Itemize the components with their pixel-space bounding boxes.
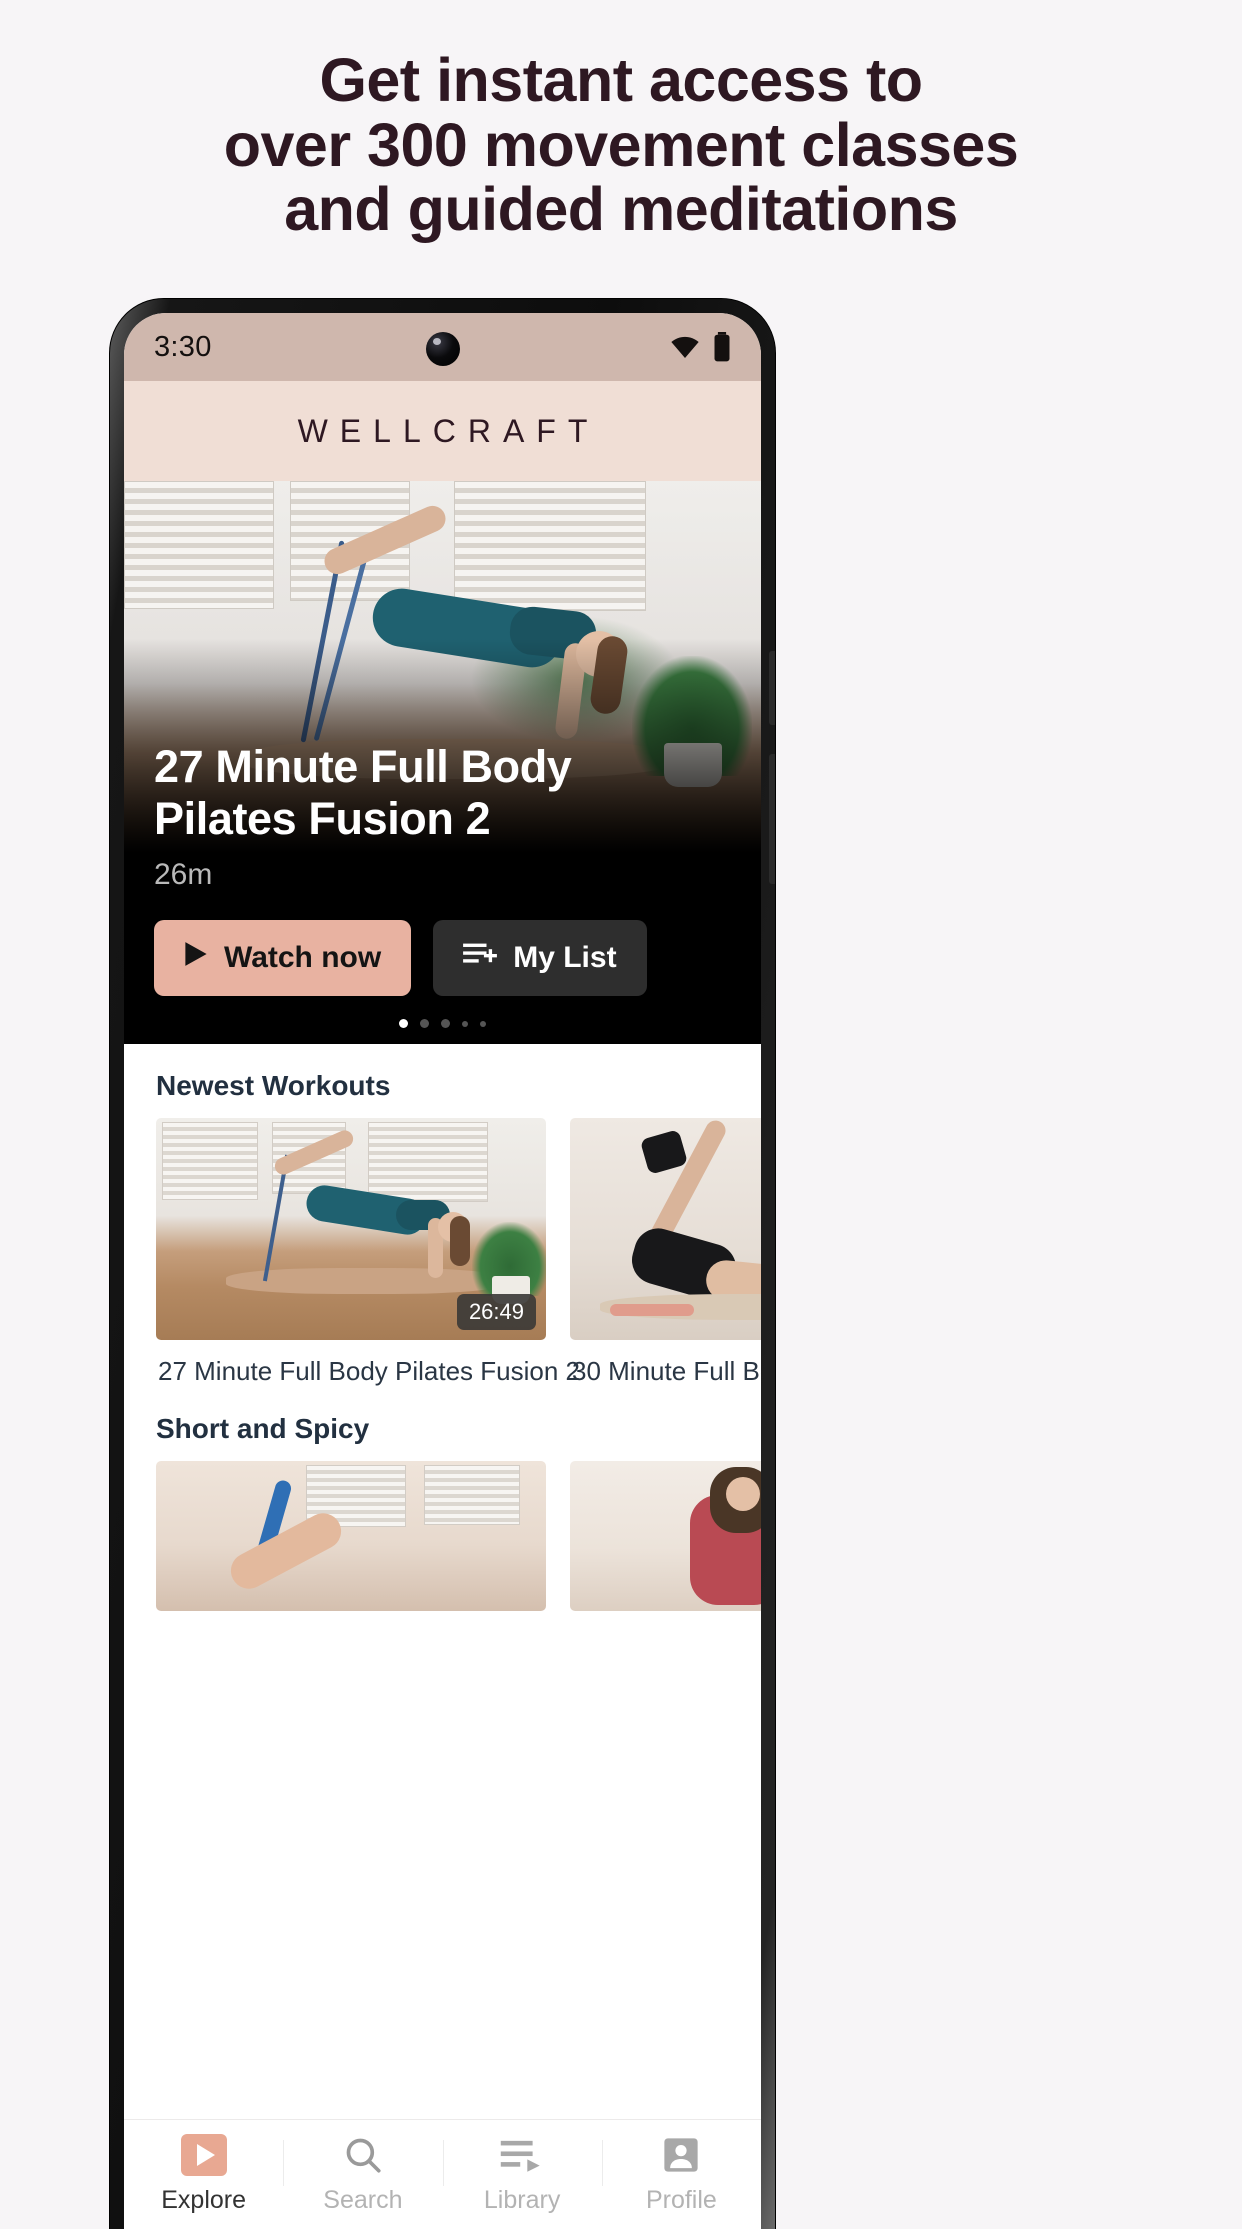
bottom-navigation: Explore Search Library Profile [124, 2119, 761, 2229]
volume-button[interactable] [769, 754, 775, 884]
workout-thumbnail[interactable] [570, 1461, 761, 1612]
wifi-icon [671, 336, 699, 359]
phone-screen: 3:30 WELLCRAFT 27 Minute Full Body Pilat… [124, 313, 761, 2229]
carousel-dot-5[interactable] [480, 1020, 486, 1027]
figure-hair [450, 1216, 470, 1266]
workout-thumbnail[interactable] [156, 1461, 546, 1612]
nav-label-profile: Profile [645, 2186, 717, 2214]
hero-title: 27 Minute Full Body Pilates Fusion 2 [154, 741, 731, 844]
section-title-newest-workouts: Newest Workouts [156, 1070, 391, 1101]
headline-line-2: over 300 movement classes [223, 110, 1019, 179]
nav-item-explore[interactable]: Explore [124, 2134, 283, 2215]
window-blind-icon [162, 1122, 258, 1200]
workout-card[interactable]: 30 Minute Full Bo [570, 1118, 761, 1387]
nav-item-profile[interactable]: Profile [601, 2134, 761, 2215]
search-icon [346, 2138, 381, 2173]
headline-line-1: Get instant access to [319, 46, 923, 114]
nav-label-explore: Explore [161, 2186, 246, 2214]
carousel-dots[interactable] [124, 1019, 761, 1028]
watch-now-button[interactable]: Watch now [154, 920, 412, 996]
nav-item-library[interactable]: Library [442, 2134, 602, 2215]
playlist-add-icon [463, 941, 498, 975]
hero-actions: Watch now My List [154, 920, 731, 996]
accessory [610, 1304, 694, 1316]
power-button[interactable] [769, 651, 775, 725]
figure-face [726, 1477, 760, 1512]
nav-label-search: Search [323, 2186, 403, 2214]
hero-duration: 26m [154, 858, 213, 891]
app-brand-logo: WELLCRAFT [297, 412, 600, 449]
workout-card[interactable] [570, 1461, 761, 1612]
app-header: WELLCRAFT [124, 381, 761, 481]
hero-title-line-1: 27 Minute Full Body [154, 741, 572, 793]
section-title-short-and-spicy: Short and Spicy [156, 1413, 370, 1445]
playlist-play-icon [500, 2140, 540, 2172]
nav-label-library: Library [483, 2186, 561, 2214]
status-icons [669, 332, 731, 362]
carousel-dot-3[interactable] [441, 1019, 450, 1028]
battery-icon [714, 332, 730, 362]
page-headline: Get instant access to over 300 movement … [0, 48, 1242, 242]
carousel-dot-4[interactable] [462, 1020, 468, 1027]
nav-item-search[interactable]: Search [283, 2134, 442, 2215]
hero-content: 27 Minute Full Body Pilates Fusion 2 26m… [124, 741, 761, 1044]
workout-card[interactable]: 26:49 27 Minute Full Body Pilates Fusion… [156, 1118, 580, 1387]
window-blind-icon [368, 1122, 488, 1202]
carousel-dot-2[interactable] [420, 1019, 429, 1028]
workout-card-title: 30 Minute Full Bo [572, 1356, 761, 1386]
my-list-label: My List [513, 941, 617, 974]
workout-thumbnail[interactable] [570, 1118, 761, 1340]
status-clock: 3:30 [154, 330, 212, 363]
my-list-button[interactable]: My List [433, 920, 647, 996]
hero-banner[interactable]: 27 Minute Full Body Pilates Fusion 2 26m… [124, 481, 761, 1044]
phone-mockup: 3:30 WELLCRAFT 27 Minute Full Body Pilat… [110, 299, 775, 2229]
content-area: Newest Workouts 26:49 27 Minute Full Bod… [124, 1044, 761, 1612]
person-icon [664, 2138, 698, 2172]
front-camera-punchhole-icon [425, 332, 460, 366]
hero-title-line-2: Pilates Fusion 2 [154, 792, 491, 844]
carousel-dot-1[interactable] [399, 1019, 408, 1028]
workout-thumbnail[interactable]: 26:49 [156, 1118, 546, 1340]
rail-short-and-spicy[interactable] [124, 1461, 761, 1612]
play-box-icon [180, 2134, 227, 2176]
figure-leg [224, 1507, 348, 1596]
status-bar: 3:30 [124, 313, 761, 381]
window-blind-icon [424, 1465, 520, 1526]
play-icon [184, 941, 208, 975]
watch-now-label: Watch now [224, 941, 382, 974]
workout-card[interactable] [156, 1461, 546, 1612]
headline-line-3: and guided meditations [284, 175, 958, 244]
figure-foot [639, 1129, 689, 1175]
workout-card-title: 27 Minute Full Body Pilates Fusion 2 [158, 1356, 580, 1386]
rail-newest-workouts[interactable]: 26:49 27 Minute Full Body Pilates Fusion… [124, 1118, 761, 1387]
duration-badge: 26:49 [456, 1294, 536, 1330]
